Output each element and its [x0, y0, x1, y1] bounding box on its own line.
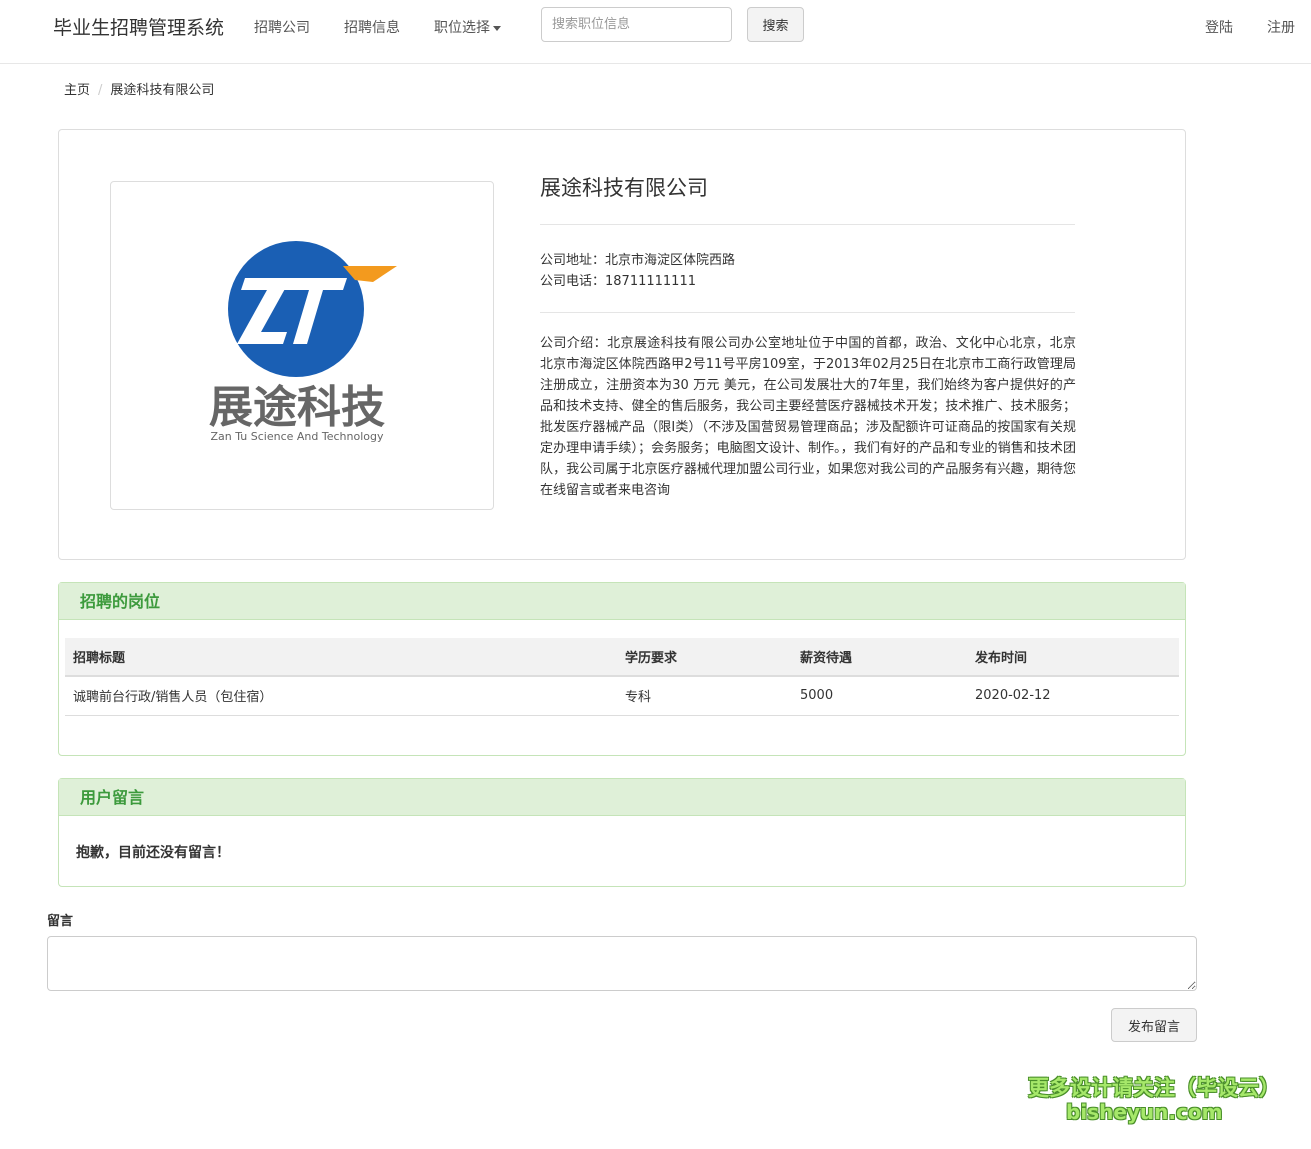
col-education: 学历要求: [617, 638, 792, 677]
register-link[interactable]: 注册: [1267, 17, 1295, 37]
job-salary: 5000: [792, 676, 967, 716]
search-input[interactable]: [541, 7, 732, 42]
company-intro: 公司介绍：北京展途科技有限公司办公室地址位于中国的首都，政治、文化中心北京，北京…: [540, 333, 1076, 501]
breadcrumb-separator: /: [98, 83, 103, 98]
col-title: 招聘标题: [65, 638, 617, 677]
breadcrumb: 主页 / 展途科技有限公司: [64, 79, 214, 98]
post-message-button[interactable]: 发布留言: [1111, 1008, 1197, 1042]
divider: [540, 312, 1075, 313]
nav-companies[interactable]: 招聘公司: [254, 17, 310, 37]
col-salary: 薪资待遇: [792, 638, 967, 677]
navbar: 毕业生招聘管理系统 招聘公司 招聘信息 职位选择 搜索 登陆 注册: [0, 0, 1311, 64]
company-address: 公司地址：北京市海淀区体院西路: [540, 249, 735, 268]
address-label: 公司地址：: [540, 253, 606, 268]
breadcrumb-current: 展途科技有限公司: [110, 83, 215, 98]
zt-logo-icon: 展途科技 Zan Tu Science And Technology: [209, 241, 397, 443]
brand-title[interactable]: 毕业生招聘管理系统: [53, 13, 224, 40]
dropdown-label: 职位选择: [434, 20, 490, 36]
col-date: 发布时间: [967, 638, 1179, 677]
no-messages-text: 抱歉，目前还没有留言！: [76, 845, 230, 861]
job-title[interactable]: 诚聘前台行政/销售人员（包住宿）: [65, 676, 617, 716]
logo-circle: [228, 241, 364, 377]
search-button[interactable]: 搜索: [747, 7, 804, 42]
company-logo: 展途科技 Zan Tu Science And Technology: [110, 181, 494, 510]
message-textarea[interactable]: [47, 936, 1197, 991]
company-name: 展途科技有限公司: [540, 176, 708, 200]
nav-position-dropdown[interactable]: 职位选择: [434, 17, 501, 37]
address-value: 北京市海淀区体院西路: [605, 253, 736, 268]
table-header-row: 招聘标题 学历要求 薪资待遇 发布时间: [65, 638, 1179, 677]
company-panel: 展途科技 Zan Tu Science And Technology 展途科技有…: [58, 129, 1186, 560]
job-education: 专科: [617, 676, 792, 716]
phone-value: 18711111111: [605, 274, 696, 289]
watermark-line1: 更多设计请关注（毕设云）: [1028, 1076, 1280, 1100]
intro-label: 公司介绍：: [540, 336, 608, 351]
messages-panel-title: 用户留言: [59, 779, 1185, 816]
breadcrumb-home[interactable]: 主页: [64, 83, 90, 98]
messages-panel: 用户留言 抱歉，目前还没有留言！: [58, 778, 1186, 887]
divider: [540, 224, 1075, 225]
login-link[interactable]: 登陆: [1205, 17, 1233, 37]
jobs-panel-title: 招聘的岗位: [59, 583, 1185, 620]
nav-jobs[interactable]: 招聘信息: [344, 17, 400, 37]
jobs-table: 招聘标题 学历要求 薪资待遇 发布时间 诚聘前台行政/销售人员（包住宿） 专科 …: [65, 638, 1179, 716]
logo-text-en: Zan Tu Science And Technology: [211, 430, 384, 443]
jobs-panel: 招聘的岗位 招聘标题 学历要求 薪资待遇 发布时间 诚聘前台行政/销售人员（包住…: [58, 582, 1186, 756]
company-phone: 公司电话：18711111111: [540, 270, 696, 289]
intro-text: 北京展途科技有限公司办公室地址位于中国的首都，政治、文化中心北京，北京 北京市海…: [540, 336, 1076, 498]
phone-label: 公司电话：: [540, 274, 606, 289]
caret-down-icon: [493, 25, 501, 31]
job-date: 2020-02-12: [967, 676, 1179, 716]
logo-text-cn: 展途科技: [209, 382, 385, 433]
table-row[interactable]: 诚聘前台行政/销售人员（包住宿） 专科 5000 2020-02-12: [65, 676, 1179, 716]
message-label: 留言: [47, 914, 74, 929]
watermark-line2: bisheyun.com: [1066, 1100, 1223, 1124]
